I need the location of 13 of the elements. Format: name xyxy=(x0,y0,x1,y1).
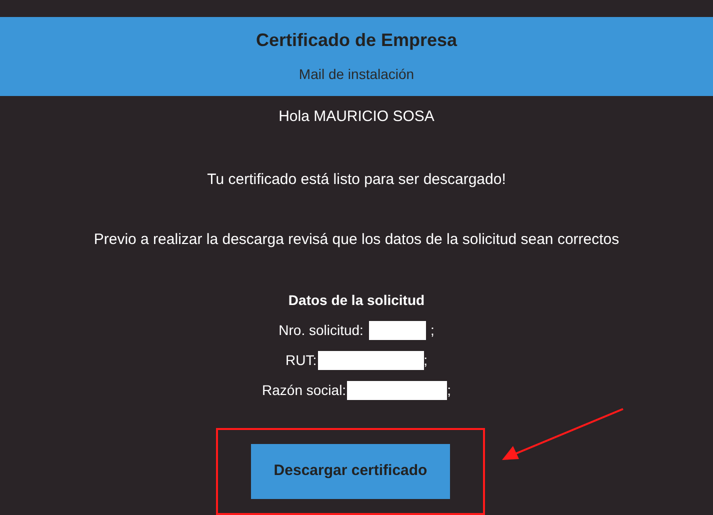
greeting-text: Hola MAURICIO SOSA xyxy=(278,107,434,127)
detail-separator: ; xyxy=(424,350,428,370)
detail-label: Nro. solicitud: xyxy=(278,320,364,340)
email-title: Certificado de Empresa xyxy=(256,29,458,52)
detail-label: Razón social: xyxy=(262,380,346,400)
email-subtitle: Mail de instalación xyxy=(298,65,414,84)
download-button[interactable]: Descargar certificado xyxy=(251,444,450,498)
details-heading: Datos de la solicitud xyxy=(288,290,425,310)
detail-separator: ; xyxy=(447,380,451,400)
message-text: Tu certificado está listo para ser descargado! xyxy=(207,170,506,190)
detail-separator: ; xyxy=(430,320,434,340)
detail-label: RUT: xyxy=(285,350,317,370)
message-text: Previo a realizar la descarga revisá que los datos de la solicitud sean correctos xyxy=(94,230,620,250)
